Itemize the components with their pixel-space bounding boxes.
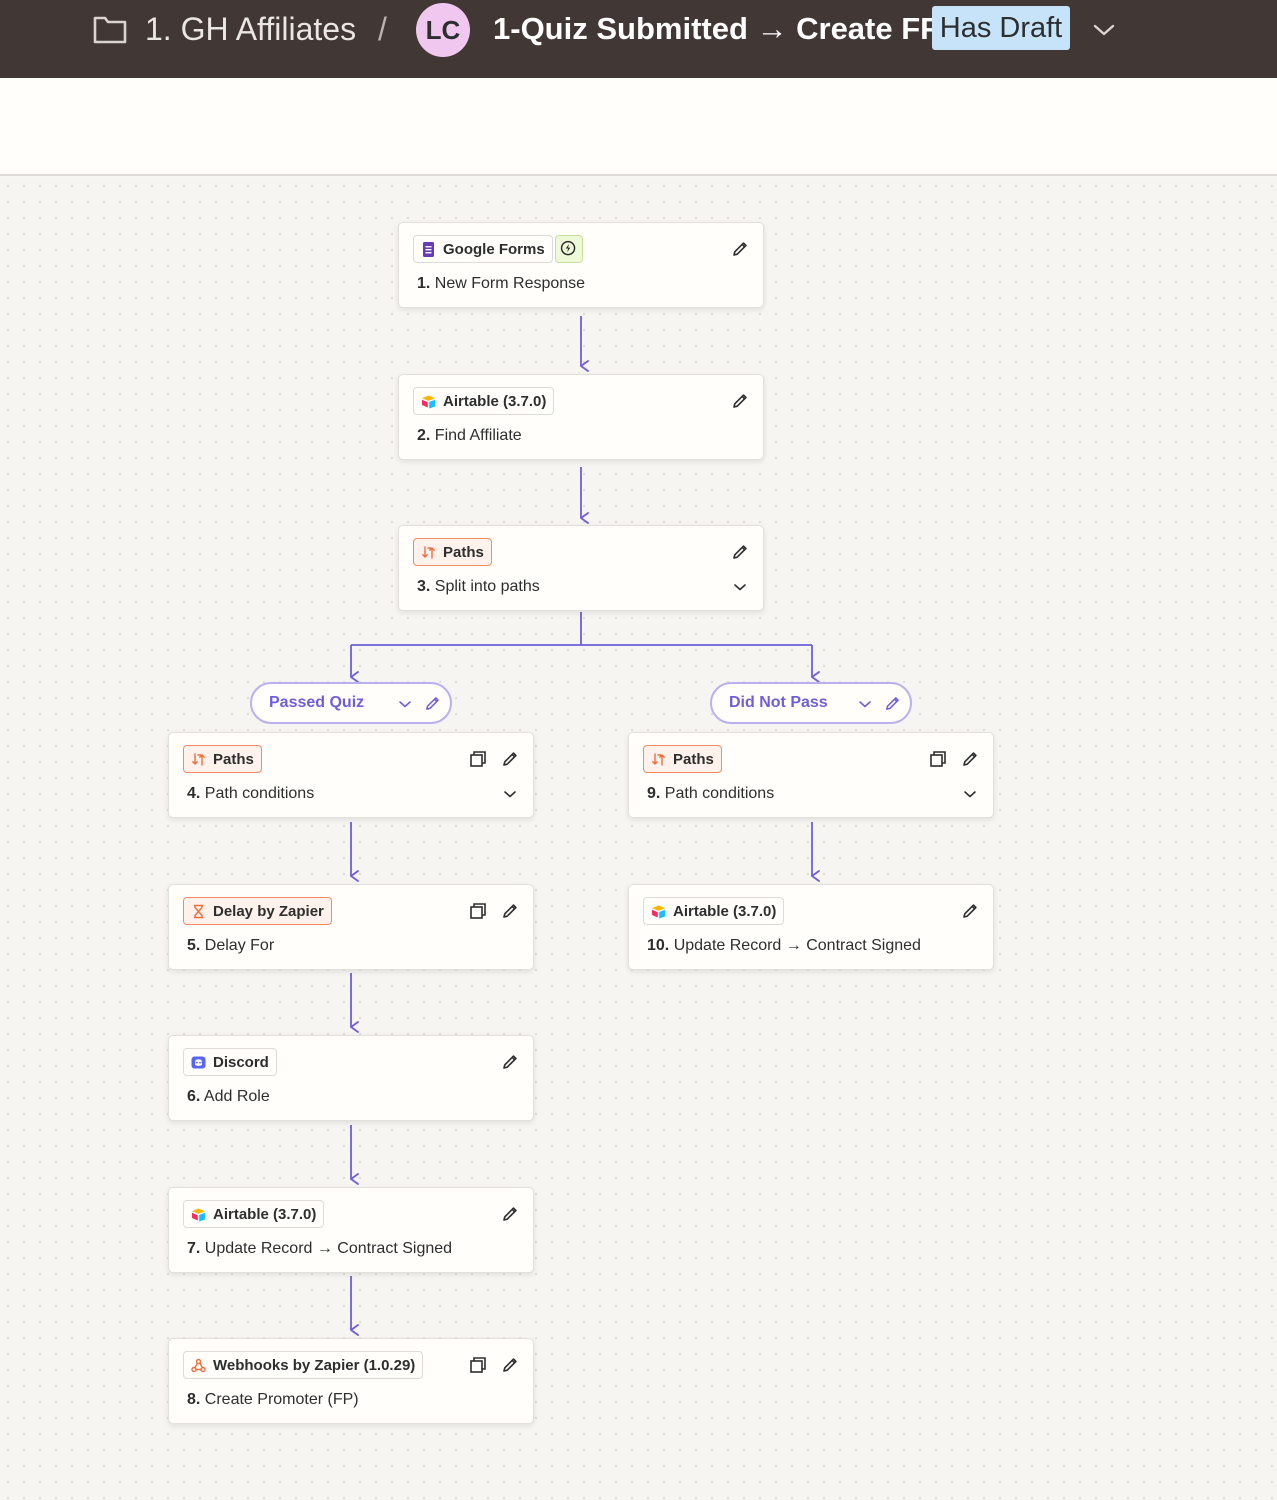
app-chip: Paths — [183, 745, 262, 773]
chevron-down-icon[interactable] — [963, 789, 977, 799]
chevron-down-icon[interactable] — [858, 699, 872, 709]
avatar[interactable]: LC — [416, 3, 470, 57]
airtable-icon — [652, 905, 665, 918]
draft-status-badge: Has Draft — [932, 6, 1070, 50]
app-chip: Webhooks by Zapier (1.0.29) — [183, 1351, 424, 1379]
step-title: 8. Create Promoter (FP) — [187, 1391, 359, 1408]
step-title: 10. Update Record → Contract Signed — [647, 937, 921, 954]
edit-icon[interactable] — [731, 392, 749, 410]
app-name: Webhooks by Zapier (1.0.29) — [213, 1356, 416, 1374]
chevron-down-icon[interactable] — [1092, 22, 1116, 38]
step-5-card[interactable]: Delay by Zapier 5. Delay For — [168, 884, 534, 970]
step-title: 3. Split into paths — [417, 578, 540, 595]
app-name: Paths — [673, 750, 714, 768]
step-title: 5. Delay For — [187, 937, 275, 954]
path-label: Did Not Pass — [729, 694, 828, 711]
paths-icon — [652, 752, 665, 766]
copy-icon[interactable] — [469, 750, 487, 768]
toolbar-area — [0, 78, 1277, 176]
app-name: Airtable (3.7.0) — [443, 392, 547, 410]
edit-icon[interactable] — [961, 750, 979, 768]
edit-icon[interactable] — [884, 695, 901, 712]
step-3-card[interactable]: Paths 3. Split into paths — [398, 525, 764, 611]
edit-icon[interactable] — [501, 902, 519, 920]
edit-icon[interactable] — [501, 1356, 519, 1374]
app-name: Airtable (3.7.0) — [673, 902, 777, 920]
path-passed-quiz[interactable]: Passed Quiz — [250, 682, 452, 724]
app-name: Paths — [213, 750, 254, 768]
edit-icon[interactable] — [501, 1053, 519, 1071]
path-label: Passed Quiz — [269, 694, 365, 711]
edit-icon[interactable] — [731, 543, 749, 561]
step-10-card[interactable]: Airtable (3.7.0) 10. Update Record → Con… — [628, 884, 994, 970]
edit-icon[interactable] — [424, 695, 441, 712]
copy-icon[interactable] — [929, 750, 947, 768]
breadcrumb-folder[interactable]: 1. GH Affiliates — [145, 9, 356, 49]
app-chip: Delay by Zapier — [183, 897, 332, 925]
copy-icon[interactable] — [469, 902, 487, 920]
step-1-card[interactable]: Google Forms 1. New Form Response — [398, 222, 764, 308]
step-4-card[interactable]: Paths 4. Path conditions — [168, 732, 534, 818]
google-forms-icon — [423, 241, 434, 257]
copy-icon[interactable] — [469, 1356, 487, 1374]
step-title: 7. Update Record → Contract Signed — [187, 1240, 453, 1257]
chevron-down-icon[interactable] — [503, 789, 517, 799]
edit-icon[interactable] — [731, 240, 749, 258]
app-name: Delay by Zapier — [213, 902, 324, 920]
zap-title[interactable]: 1-Quiz Submitted → Create FP — [493, 9, 941, 49]
step-title: 9. Path conditions — [647, 785, 775, 802]
app-name: Paths — [443, 543, 484, 561]
path-did-not-pass[interactable]: Did Not Pass — [710, 682, 912, 724]
edit-icon[interactable] — [501, 1205, 519, 1223]
bolt-icon — [560, 240, 576, 256]
instant-trigger-badge — [555, 235, 583, 263]
app-name: Airtable (3.7.0) — [213, 1205, 317, 1223]
step-title: 2. Find Affiliate — [417, 427, 522, 444]
app-name: Discord — [213, 1053, 269, 1071]
app-chip: Google Forms — [413, 235, 553, 263]
breadcrumb-separator: / — [378, 11, 387, 47]
discord-icon — [191, 1056, 206, 1068]
airtable-icon — [422, 395, 435, 408]
paths-icon — [422, 545, 435, 559]
app-chip: Airtable (3.7.0) — [183, 1200, 325, 1228]
chevron-down-icon[interactable] — [398, 699, 412, 709]
step-9-card[interactable]: Paths 9. Path conditions — [628, 732, 994, 818]
app-chip: Paths — [643, 745, 722, 773]
step-6-card[interactable]: Discord 6. Add Role — [168, 1035, 534, 1121]
top-bar: 1. GH Affiliates / LC 1-Quiz Submitted →… — [0, 0, 1277, 78]
airtable-icon — [192, 1208, 205, 1221]
edit-icon[interactable] — [501, 750, 519, 768]
step-title: 1. New Form Response — [417, 275, 586, 292]
app-chip: Airtable (3.7.0) — [643, 897, 785, 925]
app-name: Google Forms — [443, 240, 545, 258]
hourglass-icon — [194, 904, 203, 918]
step-title: 4. Path conditions — [187, 785, 315, 802]
webhook-icon — [191, 1358, 206, 1372]
app-chip: Airtable (3.7.0) — [413, 387, 555, 415]
edit-icon[interactable] — [961, 902, 979, 920]
app-chip: Paths — [413, 538, 492, 566]
app-chip: Discord — [183, 1048, 277, 1076]
folder-icon[interactable] — [93, 14, 127, 44]
step-8-card[interactable]: Webhooks by Zapier (1.0.29) 8. Create Pr… — [168, 1338, 534, 1424]
chevron-down-icon[interactable] — [733, 582, 747, 592]
step-2-card[interactable]: Airtable (3.7.0) 2. Find Affiliate — [398, 374, 764, 460]
step-title: 6. Add Role — [187, 1088, 270, 1105]
step-7-card[interactable]: Airtable (3.7.0) 7. Update Record → Cont… — [168, 1187, 534, 1273]
paths-icon — [192, 752, 205, 766]
